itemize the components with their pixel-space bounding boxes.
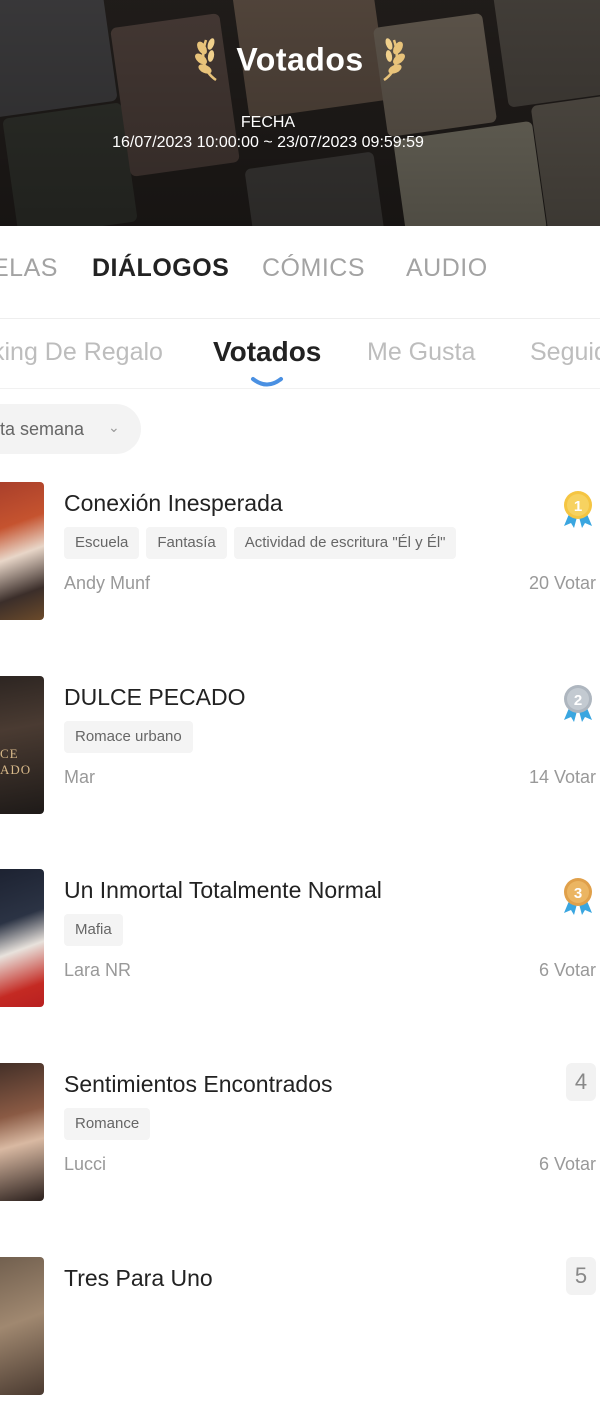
book-title: Sentimientos Encontrados bbox=[64, 1071, 333, 1097]
bronze-medal-icon: 3 bbox=[564, 878, 592, 915]
ranking-subtabs: king De Regalo Votados Me Gusta Seguid bbox=[0, 320, 600, 389]
vote-count: 6 Votar bbox=[538, 960, 596, 980]
tag[interactable]: Escuela bbox=[64, 527, 140, 559]
page-title: Votados bbox=[0, 38, 600, 86]
silver-medal-icon: 2 bbox=[564, 685, 592, 722]
tag-list: Escuela Fantasía Actividad de escritura "É… bbox=[64, 527, 463, 559]
tag-list: Mafia bbox=[64, 914, 130, 946]
header-banner: Votados FECHA 16/07/2023 10:00:00 ~ 23/0… bbox=[0, 0, 600, 226]
date-range: 16/07/2023 10:00:00 ~ 23/07/2023 09:59:5… bbox=[112, 134, 424, 151]
gold-medal-icon: 1 bbox=[564, 491, 592, 528]
author-name: Lara NR bbox=[64, 960, 132, 980]
tag[interactable]: Actividad de escritura "Él y Él" bbox=[233, 527, 457, 559]
period-filter-dropdown[interactable]: ta semana ⌄ bbox=[0, 404, 141, 454]
date-label: FECHA bbox=[240, 114, 296, 131]
book-title: Tres Para Uno bbox=[64, 1265, 213, 1291]
subtab-seguidos[interactable]: Seguid bbox=[530, 338, 600, 367]
laurel-right-icon bbox=[382, 38, 405, 82]
list-item[interactable]: Un Inmortal Totalmente Normal Mafia Lara… bbox=[0, 869, 600, 1019]
book-title: Un Inmortal Totalmente Normal bbox=[64, 877, 382, 903]
tag[interactable]: Mafia bbox=[64, 914, 123, 946]
subtab-ranking-regalo[interactable]: king De Regalo bbox=[0, 338, 163, 367]
svg-text:2: 2 bbox=[574, 692, 582, 709]
tab-novelas[interactable]: ELAS bbox=[0, 254, 58, 283]
vote-count: 20 Votar bbox=[528, 573, 596, 593]
rank-number: 5 bbox=[566, 1257, 596, 1295]
svg-text:3: 3 bbox=[574, 885, 582, 902]
book-title: Conexión Inesperada bbox=[64, 490, 283, 516]
book-cover bbox=[0, 1063, 44, 1201]
subtab-me-gusta[interactable]: Me Gusta bbox=[367, 338, 475, 367]
tag[interactable]: Romance bbox=[64, 1108, 151, 1140]
book-cover: CE ADO bbox=[0, 676, 44, 814]
laurel-left-icon bbox=[195, 38, 218, 82]
list-item[interactable]: Tres Para Uno 5 bbox=[0, 1257, 600, 1407]
tag-list: Romace urbano bbox=[64, 721, 200, 753]
book-cover bbox=[0, 869, 44, 1007]
tag-list: Romance bbox=[64, 1108, 157, 1140]
book-title: DULCE PECADO bbox=[64, 684, 246, 710]
tag[interactable]: Fantasía bbox=[146, 527, 227, 559]
subtab-votados[interactable]: Votados bbox=[213, 336, 321, 368]
tab-audio[interactable]: AUDIO bbox=[406, 254, 488, 283]
author-name: Lucci bbox=[64, 1154, 107, 1174]
active-tab-indicator bbox=[251, 377, 283, 387]
chevron-down-icon: ⌄ bbox=[108, 419, 120, 435]
author-name: Mar bbox=[64, 767, 95, 787]
book-cover bbox=[0, 482, 44, 620]
list-item[interactable]: Conexión Inesperada Escuela Fantasía Activ… bbox=[0, 482, 600, 632]
tag[interactable]: Romace urbano bbox=[64, 721, 193, 753]
tab-comics[interactable]: CÓMICS bbox=[262, 254, 365, 283]
category-tabs: ELAS DIÁLOGOS CÓMICS AUDIO bbox=[0, 226, 600, 319]
page-title-text: Votados bbox=[236, 41, 364, 78]
author-name: Andy Munf bbox=[64, 573, 151, 593]
vote-count: 6 Votar bbox=[538, 1154, 596, 1174]
list-item[interactable]: Sentimientos Encontrados Romance Lucci 6… bbox=[0, 1063, 600, 1213]
svg-text:1: 1 bbox=[574, 498, 582, 515]
period-filter-label: ta semana bbox=[0, 419, 85, 439]
list-item[interactable]: CE ADO DULCE PECADO Romace urbano Mar 14 … bbox=[0, 676, 600, 826]
rank-number: 4 bbox=[566, 1063, 596, 1101]
book-cover bbox=[0, 1257, 44, 1395]
vote-count: 14 Votar bbox=[528, 767, 596, 787]
tab-dialogos[interactable]: DIÁLOGOS bbox=[92, 254, 229, 283]
